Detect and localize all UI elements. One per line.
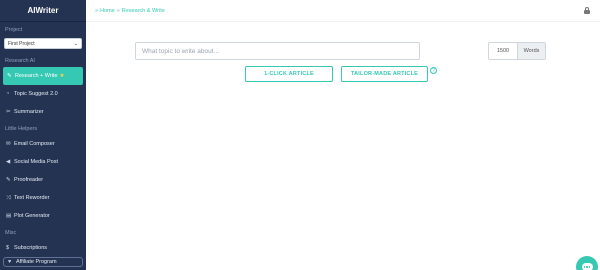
tailor-made-article-button[interactable]: TAILOR-MADE ARTICLE [341, 66, 428, 82]
research-heading: Research AI [5, 58, 35, 64]
wrench-icon: ✂ [6, 109, 11, 115]
top-bar: » Home » Research & Write [86, 0, 600, 22]
sidebar: AIWriter Project First Project ⌄ Researc… [0, 0, 86, 270]
sidebar-item-email-composer[interactable]: ✉ Email Composer [0, 135, 86, 153]
sidebar-item-label: Subscriptions [14, 245, 48, 251]
megaphone-icon: ◀ [6, 159, 11, 165]
help-icon[interactable]: ? [430, 67, 437, 74]
sidebar-item-proofreader[interactable]: ✎ Proofreader [0, 171, 86, 189]
sidebar-item-affiliate-program[interactable]: ♥ Affiliate Program [3, 257, 83, 267]
word-count-field[interactable]: 1500 Words [488, 42, 546, 60]
sidebar-item-social-media-post[interactable]: ◀ Social Media Post [0, 153, 86, 171]
topic-input[interactable]: What topic to write about... [135, 42, 420, 60]
sidebar-item-research-write[interactable]: ✎ Research + Write ★ [3, 67, 83, 85]
sidebar-item-topic-suggest[interactable]: ◔ Topic Suggest 2.0 [0, 85, 86, 103]
breadcrumb: » Home » Research & Write [95, 8, 165, 14]
app-logo[interactable]: AIWriter [0, 0, 86, 22]
breadcrumb-separator: » [116, 7, 120, 14]
chevron-down-icon: ⌄ [73, 40, 78, 47]
breadcrumb-separator: » [95, 7, 99, 14]
sidebar-item-text-reworder[interactable]: ⤨ Text Reworder [0, 189, 86, 207]
sidebar-item-summarizer[interactable]: ✂ Summarizer [0, 103, 86, 121]
sidebar-item-subscriptions[interactable]: $ Subscriptions [0, 239, 86, 257]
book-icon: ▤ [6, 213, 12, 219]
helpers-heading: Little Helpers [5, 126, 38, 132]
lightbulb-icon: ◔ [6, 91, 10, 97]
pencil-icon: ✎ [7, 73, 12, 79]
pencil-icon: ✎ [6, 177, 11, 183]
project-select-value: First Project [8, 40, 35, 47]
one-click-article-button[interactable]: 1-CLICK ARTICLE [245, 66, 333, 82]
sidebar-item-label: Email Composer [14, 141, 55, 147]
chat-button[interactable] [576, 256, 598, 270]
word-count-unit: Words [517, 43, 545, 59]
lock-icon[interactable] [583, 6, 591, 15]
misc-heading: Misc [5, 230, 17, 236]
project-select[interactable]: First Project ⌄ [4, 38, 82, 49]
breadcrumb-home[interactable]: Home [100, 8, 115, 14]
sidebar-item-label: Topic Suggest 2.0 [14, 91, 58, 97]
handshake-icon: ♥ [8, 259, 12, 265]
sidebar-item-label: Text Reworder [14, 195, 50, 201]
chat-bubble-icon [581, 263, 593, 270]
dollar-icon: $ [6, 245, 10, 251]
star-icon: ★ [59, 73, 65, 79]
word-count-value[interactable]: 1500 [489, 43, 517, 59]
sidebar-item-label: Affiliate Program [16, 259, 57, 265]
breadcrumb-current: Research & Write [121, 7, 165, 14]
sidebar-item-plot-generator[interactable]: ▤ Plot Generator [0, 207, 86, 225]
sidebar-item-label: Plot Generator [14, 213, 50, 219]
shuffle-icon: ⤨ [6, 194, 11, 201]
envelope-icon: ✉ [6, 141, 11, 147]
sidebar-item-label: Social Media Post [14, 159, 59, 165]
sidebar-item-label: Summarizer [14, 109, 44, 115]
project-heading: Project [5, 27, 23, 33]
sidebar-item-label: Proofreader [14, 177, 44, 183]
sidebar-item-label: Research + Write [15, 73, 58, 79]
